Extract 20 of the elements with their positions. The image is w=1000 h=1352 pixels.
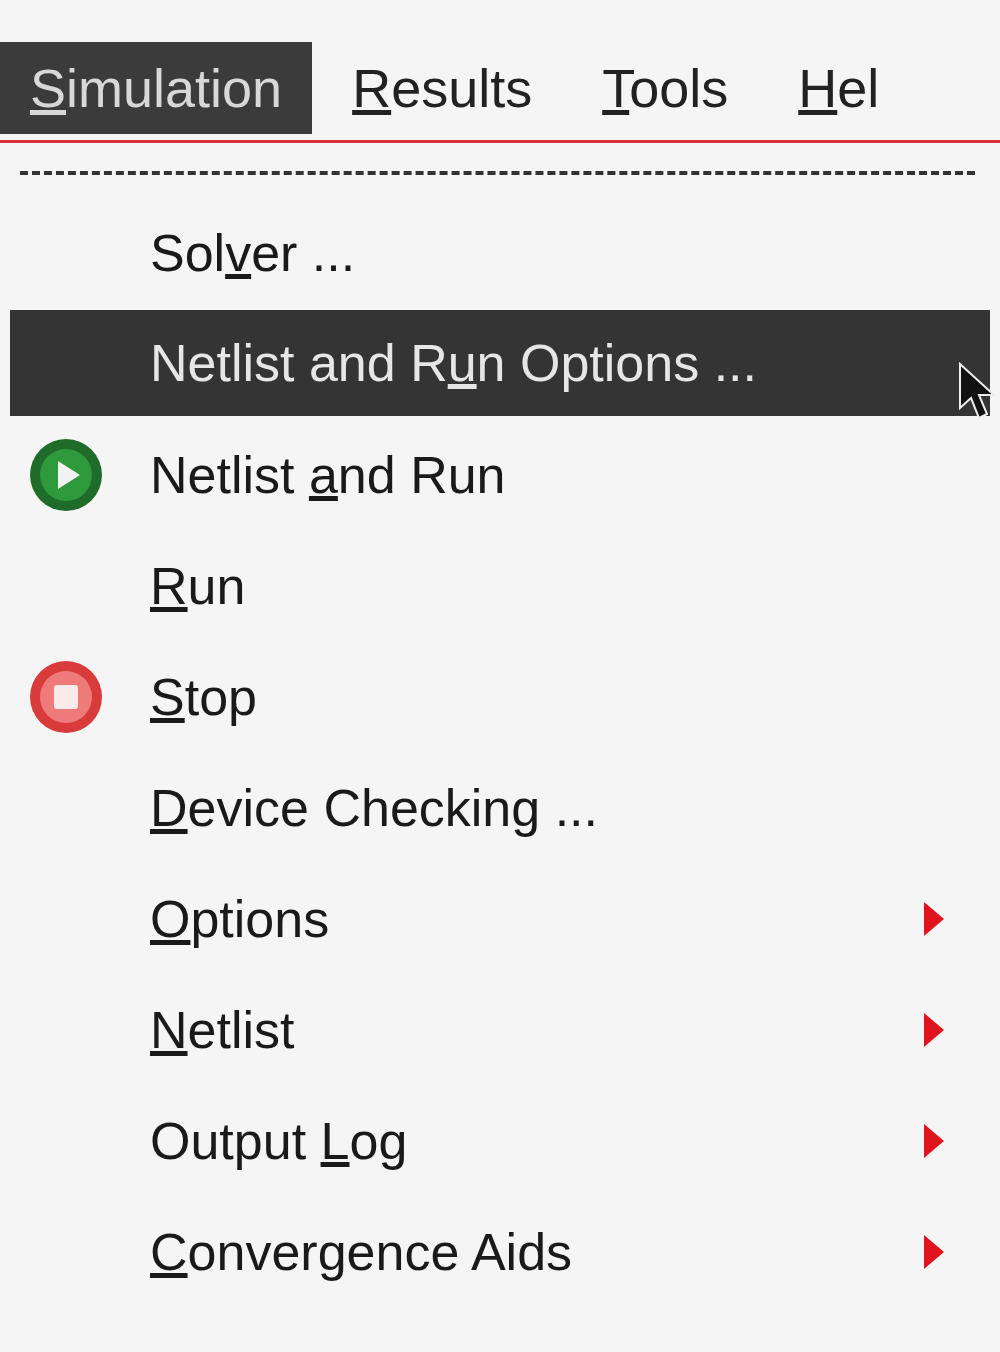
menu-bar-item[interactable]: Results — [322, 42, 563, 134]
menu-item[interactable]: Run — [10, 530, 990, 641]
menu-item[interactable]: Netlist and Run — [10, 419, 990, 530]
menu-item[interactable]: Stop — [10, 641, 990, 752]
menu-bar-item[interactable]: Tools — [572, 42, 759, 134]
submenu-arrow-icon — [922, 1232, 946, 1271]
play-icon — [28, 436, 104, 513]
menu-bar-item[interactable]: Simulation — [0, 42, 313, 134]
menu-item[interactable]: Solver ... — [10, 197, 990, 308]
menu-item[interactable]: Output Log — [10, 1085, 990, 1196]
submenu-arrow-icon — [922, 1010, 946, 1049]
stop-icon — [28, 658, 104, 735]
menu-item[interactable]: Netlist — [10, 974, 990, 1085]
menu-item[interactable]: Options — [10, 863, 990, 974]
submenu-arrow-icon — [922, 899, 946, 938]
menu-item[interactable]: Device Checking ... — [10, 752, 990, 863]
menu-bar-item[interactable]: Hel — [768, 42, 910, 134]
submenu-arrow-icon — [922, 1121, 946, 1160]
mouse-pointer-icon — [958, 362, 998, 422]
menu-item[interactable]: Convergence Aids — [10, 1196, 990, 1307]
